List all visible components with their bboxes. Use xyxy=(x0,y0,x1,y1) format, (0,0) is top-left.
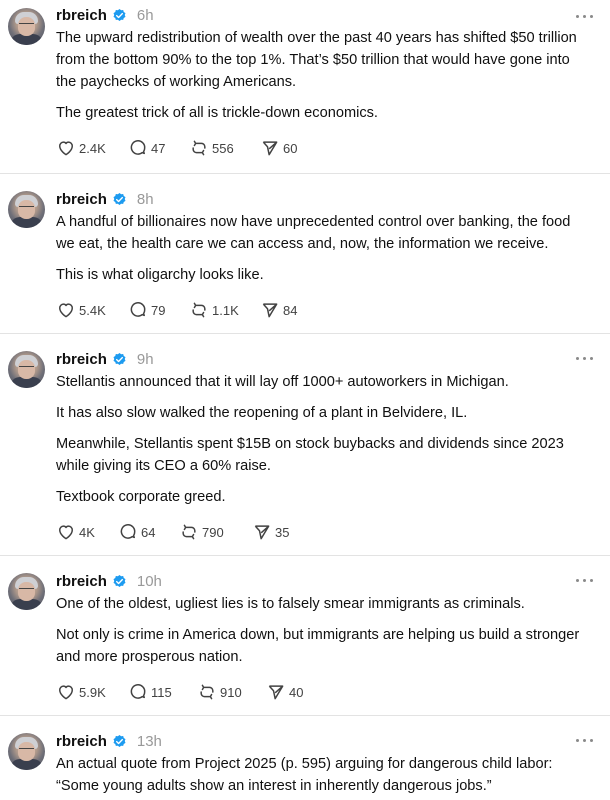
repost-arrows-icon xyxy=(200,684,214,700)
heart-icon xyxy=(59,685,73,700)
send-paper-plane-icon xyxy=(268,685,284,700)
reply-count: 79 xyxy=(151,302,166,318)
share-button[interactable]: 35 xyxy=(252,522,289,542)
like-button[interactable]: 5.9K xyxy=(56,682,128,702)
avatar[interactable] xyxy=(8,8,45,45)
reply-count: 115 xyxy=(151,684,172,700)
repost-arrows-icon xyxy=(192,140,206,156)
reply-button[interactable]: 79 xyxy=(128,300,189,320)
post-time[interactable]: 9h xyxy=(137,351,154,368)
post-header: rbreich 9h xyxy=(56,348,590,370)
repost-button[interactable]: 1.1K xyxy=(189,300,260,320)
post-time[interactable]: 13h xyxy=(137,733,162,750)
post-time[interactable]: 6h xyxy=(137,7,154,24)
post-header: rbreich 10h xyxy=(56,570,590,592)
repost-count: 790 xyxy=(202,524,224,540)
post[interactable]: rbreich 6h The upward redistribution of … xyxy=(0,0,610,174)
share-button[interactable]: 60 xyxy=(260,138,297,158)
post-text: Not only is crime in America down, but i… xyxy=(56,627,580,665)
post-time[interactable]: 8h xyxy=(137,191,154,208)
username[interactable]: rbreich xyxy=(56,733,107,750)
share-button[interactable]: 40 xyxy=(266,682,303,702)
repost-button[interactable]: 556 xyxy=(189,138,260,158)
avatar[interactable] xyxy=(8,191,45,228)
post-header: rbreich 13h xyxy=(56,730,590,752)
verified-badge-icon xyxy=(113,734,126,747)
post-time[interactable]: 10h xyxy=(137,573,162,590)
action-bar: 5.4K 79 1.1K 84 xyxy=(56,299,590,321)
comment-bubble-icon xyxy=(130,302,146,317)
repost-count: 910 xyxy=(220,684,242,700)
post[interactable]: rbreich 9h Stellantis announced that it … xyxy=(0,334,610,556)
repost-count: 556 xyxy=(212,140,234,156)
repost-button[interactable]: 790 xyxy=(179,522,252,542)
action-bar: 5.9K 115 910 40 xyxy=(56,681,590,703)
send-paper-plane-icon xyxy=(262,303,278,318)
share-button[interactable]: 84 xyxy=(260,300,297,320)
share-count: 84 xyxy=(283,302,298,318)
verified-badge-icon xyxy=(113,574,126,587)
post-header: rbreich 8h xyxy=(56,188,590,210)
post-text: It has also slow walked the reopening of… xyxy=(56,405,468,421)
verified-badge-icon xyxy=(113,8,126,21)
comment-bubble-icon xyxy=(130,140,146,155)
post-text: Meanwhile, Stellantis spent $15B on stoc… xyxy=(56,436,564,474)
comment-bubble-icon xyxy=(120,524,136,539)
post[interactable]: rbreich 8h A handful of billionaires now… xyxy=(0,174,610,334)
post-text: Stellantis announced that it will lay of… xyxy=(56,374,509,390)
share-count: 35 xyxy=(275,524,290,540)
post-text: A handful of billionaires now have unpre… xyxy=(56,214,571,252)
verified-badge-icon xyxy=(113,352,126,365)
post-header: rbreich 6h xyxy=(56,4,590,26)
post-text: This is what oligarchy looks like. xyxy=(56,267,264,283)
send-paper-plane-icon xyxy=(262,141,278,156)
feed: rbreich 6h The upward redistribution of … xyxy=(0,0,610,800)
action-bar: 2.4K 47 556 60 xyxy=(56,137,590,159)
more-options-icon[interactable] xyxy=(576,14,594,20)
repost-arrows-icon xyxy=(192,302,206,318)
avatar[interactable] xyxy=(8,573,45,610)
heart-icon xyxy=(59,303,73,318)
like-count: 2.4K xyxy=(79,140,106,156)
post-text: An actual quote from Project 2025 (p. 59… xyxy=(56,756,553,794)
more-options-icon[interactable] xyxy=(576,738,594,744)
heart-icon xyxy=(59,525,73,540)
heart-icon xyxy=(59,141,73,156)
post-text: One of the oldest, ugliest lies is to fa… xyxy=(56,596,525,612)
like-button[interactable]: 5.4K xyxy=(56,300,128,320)
like-button[interactable]: 2.4K xyxy=(56,138,128,158)
more-options-icon[interactable] xyxy=(576,356,594,362)
repost-button[interactable]: 910 xyxy=(197,682,266,702)
avatar[interactable] xyxy=(8,733,45,770)
username[interactable]: rbreich xyxy=(56,7,107,24)
send-paper-plane-icon xyxy=(254,525,270,540)
share-count: 60 xyxy=(283,140,298,156)
reply-button[interactable]: 115 xyxy=(128,682,197,702)
username[interactable]: rbreich xyxy=(56,191,107,208)
like-count: 5.9K xyxy=(79,684,106,700)
post-text: The upward redistribution of wealth over… xyxy=(56,30,577,90)
like-button[interactable]: 4K xyxy=(56,522,118,542)
share-count: 40 xyxy=(289,684,304,700)
reply-count: 64 xyxy=(141,524,156,540)
username[interactable]: rbreich xyxy=(56,573,107,590)
reply-button[interactable]: 64 xyxy=(118,522,179,542)
post[interactable]: rbreich 13h An actual quote from Project… xyxy=(0,716,610,800)
repost-arrows-icon xyxy=(182,524,196,540)
like-count: 4K xyxy=(79,524,95,540)
action-bar: 4K 64 790 35 xyxy=(56,521,590,543)
reply-button[interactable]: 47 xyxy=(128,138,189,158)
post[interactable]: rbreich 10h One of the oldest, ugliest l… xyxy=(0,556,610,716)
verified-badge-icon xyxy=(113,192,126,205)
like-count: 5.4K xyxy=(79,302,106,318)
username[interactable]: rbreich xyxy=(56,351,107,368)
repost-count: 1.1K xyxy=(212,302,239,318)
post-text: Textbook corporate greed. xyxy=(56,489,226,505)
comment-bubble-icon xyxy=(130,684,146,699)
avatar[interactable] xyxy=(8,351,45,388)
reply-count: 47 xyxy=(151,140,166,156)
more-options-icon[interactable] xyxy=(576,578,594,584)
post-text: The greatest trick of all is trickle-dow… xyxy=(56,105,378,121)
